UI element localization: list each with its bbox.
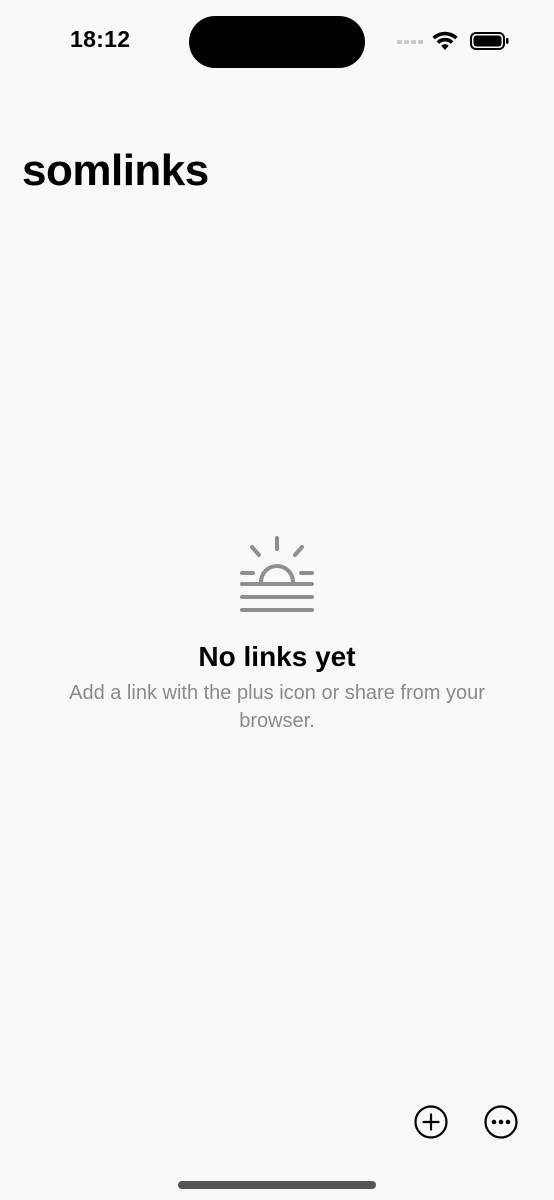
dynamic-island <box>189 16 365 68</box>
cellular-signal-icon <box>396 36 426 46</box>
status-time: 18:12 <box>70 26 131 52</box>
ellipsis-circle-icon <box>483 1104 519 1140</box>
sunrise-icon <box>0 532 554 616</box>
status-bar: 18:12 <box>0 0 554 84</box>
plus-circle-icon <box>413 1104 449 1140</box>
add-link-button[interactable] <box>413 1104 449 1140</box>
empty-state-message: Add a link with the plus icon or share f… <box>69 682 485 732</box>
empty-state-title: No links yet <box>198 641 356 672</box>
battery-icon <box>470 31 510 51</box>
home-indicator[interactable] <box>178 1181 376 1189</box>
status-icons <box>396 28 510 54</box>
page-title: somlinks <box>22 146 209 195</box>
more-options-button[interactable] <box>483 1104 519 1140</box>
wifi-icon <box>432 31 458 51</box>
empty-state: No links yet Add a link with the plus ic… <box>0 532 554 735</box>
